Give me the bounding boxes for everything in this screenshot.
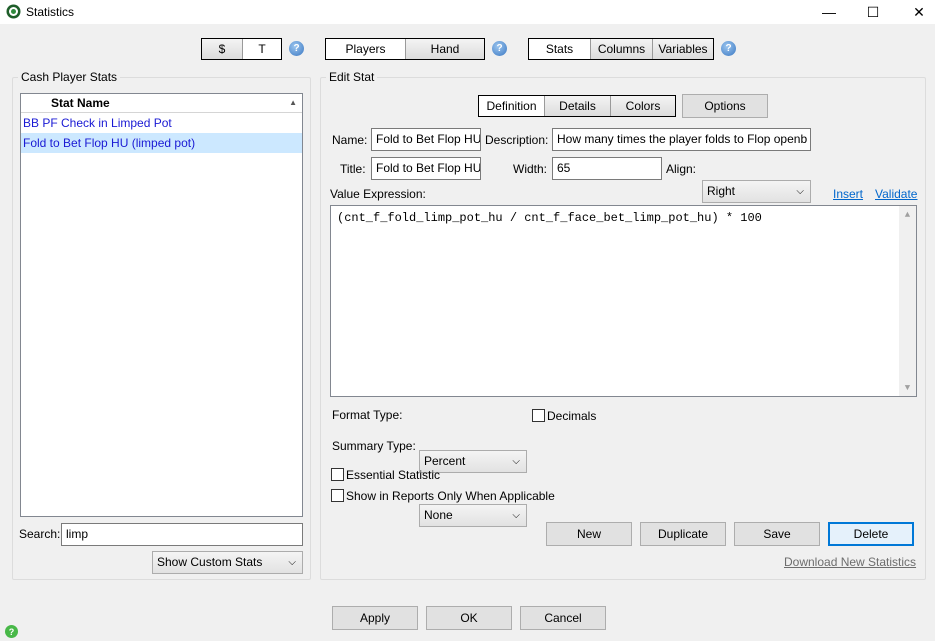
help-icon[interactable]: ? — [721, 41, 736, 56]
search-input[interactable]: limp — [61, 523, 303, 546]
title-label: Title: — [340, 162, 366, 176]
stats-button[interactable]: Stats — [529, 39, 590, 59]
duplicate-button[interactable]: Duplicate — [640, 522, 726, 546]
stats-columns-variables-toggle: Stats Columns Variables — [528, 38, 714, 60]
scroll-down-icon[interactable]: ▼ — [899, 379, 916, 396]
stats-filter-value: Show Custom Stats — [157, 555, 263, 569]
summary-type-label: Summary Type: — [332, 439, 416, 453]
edit-stat-label: Edit Stat — [326, 70, 378, 84]
description-label: Description: — [485, 133, 549, 147]
width-field[interactable]: 65 — [552, 157, 662, 180]
vertical-scrollbar[interactable]: ▲ ▼ — [899, 206, 916, 396]
summary-type-value: None — [424, 508, 453, 522]
reports-only-checkbox[interactable] — [331, 489, 344, 502]
edit-tabs: Definition Details Colors — [478, 95, 676, 117]
align-dropdown[interactable]: Right ⌵ — [702, 180, 811, 203]
title-field[interactable]: Fold to Bet Flop HU — [371, 157, 481, 180]
description-field[interactable]: How many times the player folds to Flop … — [552, 128, 811, 151]
tab-details[interactable]: Details — [544, 96, 610, 116]
close-button[interactable]: ✕ — [896, 0, 935, 24]
expression-text: (cnt_f_fold_limp_pot_hu / cnt_f_face_bet… — [337, 211, 762, 225]
tab-definition[interactable]: Definition — [479, 96, 544, 116]
variables-button[interactable]: Variables — [652, 39, 713, 59]
help-icon[interactable]: ? — [492, 41, 507, 56]
hand-button[interactable]: Hand — [405, 39, 484, 59]
name-field[interactable]: Fold to Bet Flop HU — [371, 128, 481, 151]
window-title: Statistics — [26, 5, 75, 19]
sort-ascending-icon: ▲ — [289, 98, 297, 107]
chevron-down-icon: ⌵ — [796, 186, 804, 197]
chevron-down-icon: ⌵ — [512, 510, 520, 521]
new-button[interactable]: New — [546, 522, 632, 546]
cancel-button[interactable]: Cancel — [520, 606, 606, 630]
list-item-selected[interactable]: Fold to Bet Flop HU (limped pot) — [21, 133, 302, 153]
columns-button[interactable]: Columns — [590, 39, 652, 59]
stat-name-column-header[interactable]: Stat Name ▲ — [21, 94, 302, 113]
ok-button[interactable]: OK — [426, 606, 512, 630]
players-hand-toggle: Players Hand — [325, 38, 485, 60]
format-type-label: Format Type: — [332, 408, 403, 422]
list-item[interactable]: BB PF Check in Limped Pot — [21, 113, 302, 133]
stat-name-header-label: Stat Name — [51, 96, 110, 110]
align-value: Right — [707, 184, 736, 198]
search-label: Search: — [19, 527, 61, 541]
help-icon[interactable]: ? — [289, 41, 304, 56]
essential-statistic-checkbox[interactable] — [331, 468, 344, 481]
players-button[interactable]: Players — [326, 39, 405, 59]
app-icon — [6, 4, 21, 19]
summary-type-dropdown[interactable]: None ⌵ — [419, 504, 527, 527]
value-expression-label: Value Expression: — [330, 187, 426, 201]
insert-link[interactable]: Insert — [833, 187, 863, 201]
stat-list[interactable]: Stat Name ▲ BB PF Check in Limped Pot Fo… — [20, 93, 303, 517]
essential-statistic-label: Essential Statistic — [346, 468, 441, 482]
format-type-value: Percent — [424, 454, 466, 468]
chevron-down-icon: ⌵ — [512, 456, 520, 467]
value-expression-editor[interactable]: (cnt_f_fold_limp_pot_hu / cnt_f_face_bet… — [330, 205, 917, 397]
cash-button[interactable]: $ — [202, 39, 242, 59]
align-label: Align: — [666, 162, 697, 176]
delete-button[interactable]: Delete — [828, 522, 914, 546]
tab-colors[interactable]: Colors — [610, 96, 675, 116]
stats-filter-dropdown[interactable]: Show Custom Stats ⌵ — [152, 551, 303, 574]
minimize-button[interactable]: — — [806, 0, 852, 24]
download-new-statistics-link[interactable]: Download New Statistics — [784, 555, 916, 569]
width-label: Width: — [513, 162, 548, 176]
scroll-up-icon[interactable]: ▲ — [899, 206, 916, 223]
tournament-button[interactable]: T — [242, 39, 281, 59]
validate-link[interactable]: Validate — [875, 187, 917, 201]
maximize-button[interactable]: ☐ — [850, 0, 896, 24]
cash-player-stats-label: Cash Player Stats — [18, 70, 121, 84]
status-help-icon[interactable]: ? — [5, 625, 18, 638]
chevron-down-icon: ⌵ — [288, 557, 296, 568]
name-label: Name: — [332, 133, 368, 147]
currency-tournament-toggle: $ T — [201, 38, 282, 60]
save-button[interactable]: Save — [734, 522, 820, 546]
options-button[interactable]: Options — [682, 94, 768, 118]
decimals-label: Decimals — [547, 409, 597, 423]
decimals-checkbox[interactable] — [532, 409, 545, 422]
reports-only-label: Show in Reports Only When Applicable — [346, 489, 555, 503]
apply-button[interactable]: Apply — [332, 606, 418, 630]
title-bar — [0, 0, 935, 24]
